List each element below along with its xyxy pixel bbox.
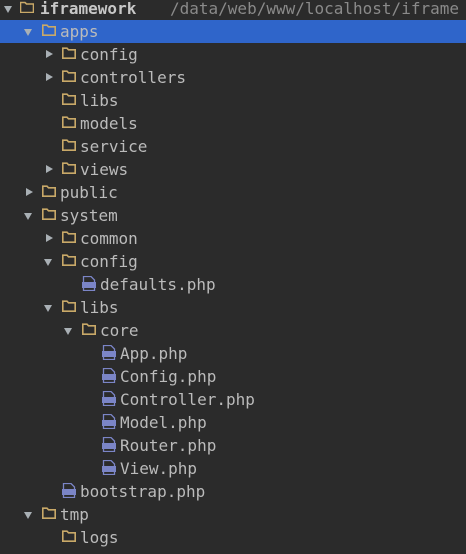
folder-name: config [80,252,138,271]
folder-name: apps [60,22,99,41]
tree-folder-row[interactable]: logs [0,526,466,549]
file-name: View.php [120,459,198,478]
folder-name: libs [80,91,119,110]
tree-folder-row[interactable]: controllers [0,66,466,89]
tree-folder-row[interactable]: tmp [0,503,466,526]
folder-name: core [100,321,139,340]
tree-file-row[interactable]: defaults.php [0,273,466,296]
folder-icon [42,185,56,197]
chevron-down-icon[interactable] [24,512,32,519]
tree-file-row[interactable]: App.php [0,342,466,365]
folder-icon [62,231,76,243]
folder-name: logs [80,528,119,547]
folder-icon [62,254,76,266]
php-file-icon [102,460,116,475]
php-file-icon [102,414,116,429]
tree-file-row[interactable]: Router.php [0,434,466,457]
folder-name: config [80,45,138,64]
file-name: Controller.php [120,390,255,409]
chevron-down-icon[interactable] [4,6,12,13]
php-file-icon [102,391,116,406]
file-name: Router.php [120,436,217,455]
php-file-icon [102,368,116,383]
folder-icon [62,116,76,128]
file-name: Config.php [120,367,217,386]
php-file-icon [82,276,96,291]
chevron-right-icon[interactable] [46,165,53,173]
tree-folder-row[interactable]: core [0,319,466,342]
chevron-down-icon[interactable] [44,305,52,312]
chevron-down-icon[interactable] [64,328,72,335]
folder-icon [42,208,56,220]
folder-name: tmp [60,505,89,524]
folder-icon [42,507,56,519]
tree-folder-row[interactable]: views [0,158,466,181]
file-name: Model.php [120,413,207,432]
tree-file-row[interactable]: Model.php [0,411,466,434]
tree-folder-row[interactable]: config [0,43,466,66]
root-folder-path: /data/web/www/localhost/iframe [170,0,459,18]
folder-name: service [80,137,148,156]
chevron-down-icon[interactable] [24,29,32,36]
chevron-right-icon[interactable] [46,50,53,58]
tree-file-row[interactable]: bootstrap.php [0,480,466,503]
chevron-right-icon[interactable] [46,234,53,242]
folder-name: public [60,183,118,202]
file-name: App.php [120,344,188,363]
folder-name: views [80,160,129,179]
folder-icon [42,24,56,36]
tree-file-row[interactable]: Config.php [0,365,466,388]
tree-file-row[interactable]: View.php [0,457,466,480]
folder-icon [62,93,76,105]
tree-folder-row[interactable]: public [0,181,466,204]
folder-name: libs [80,298,119,317]
tree-folder-row[interactable]: common [0,227,466,250]
root-folder-name: iframework [40,0,137,18]
project-tree: iframework /data/web/www/localhost/ifram… [0,0,466,554]
tree-folder-row[interactable]: apps [0,20,466,43]
folder-icon [20,1,34,13]
folder-icon [62,300,76,312]
tree-folder-row[interactable]: service [0,135,466,158]
folder-name: system [60,206,118,225]
tree-folder-row[interactable]: system [0,204,466,227]
tree-file-row[interactable]: Controller.php [0,388,466,411]
php-file-icon [62,483,76,498]
chevron-down-icon[interactable] [44,259,52,266]
php-file-icon [102,437,116,452]
php-file-icon [102,345,116,360]
chevron-down-icon[interactable] [24,213,32,220]
tree-folder-row[interactable]: config [0,250,466,273]
tree-folder-row[interactable]: libs [0,89,466,112]
tree-root-row[interactable]: iframework /data/web/www/localhost/ifram… [0,0,466,20]
chevron-right-icon[interactable] [26,188,33,196]
chevron-right-icon[interactable] [46,73,53,81]
folder-name: models [80,114,138,133]
folder-name: controllers [80,68,186,87]
folder-icon [62,70,76,82]
folder-icon [62,162,76,174]
tree-folder-row[interactable]: models [0,112,466,135]
folder-icon [62,530,76,542]
file-name: defaults.php [100,275,216,294]
file-name: bootstrap.php [80,482,206,501]
folder-icon [62,47,76,59]
folder-name: common [80,229,138,248]
folder-icon [82,323,96,335]
tree-folder-row[interactable]: libs [0,296,466,319]
folder-icon [62,139,76,151]
